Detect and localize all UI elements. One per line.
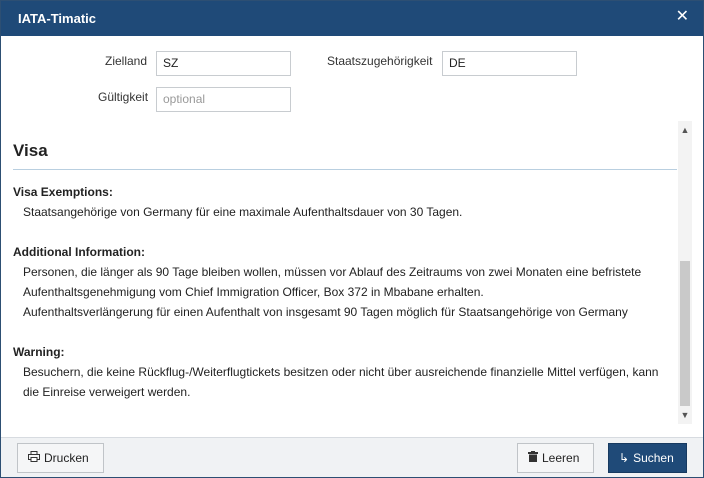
section-title-additional-information: Additional Information: [13,245,145,259]
zielland-label: Zielland [105,54,148,68]
dialog-title: IATA-Timatic [18,11,97,26]
clear-label: Leeren [542,451,580,465]
section-text-line: Besuchern, die keine Rückflug-/Weiterflu… [23,365,659,379]
section-text-line: Aufenthaltsgenehmigung vom Chief Immigra… [23,285,484,299]
timatic-dialog: IATA-Timatic ✕ Zielland SZ Staatszugehör… [0,0,704,478]
close-icon[interactable]: ✕ [676,8,689,26]
staatszugehoerigkeit-input[interactable]: DE [442,51,577,76]
trash-icon [528,444,538,472]
clear-button[interactable]: Leeren [517,443,594,473]
content-scrollbar[interactable]: ▲ ▼ [678,121,692,424]
scroll-down-icon[interactable]: ▼ [678,408,692,422]
scroll-up-icon[interactable]: ▲ [678,123,692,137]
print-label: Drucken [44,451,89,465]
zielland-input[interactable]: SZ [156,51,291,76]
print-button[interactable]: Drucken [17,443,104,473]
search-button[interactable]: ↳ Suchen [608,443,687,473]
scroll-thumb[interactable] [680,261,690,406]
gueltigkeit-input[interactable]: optional [156,87,291,112]
staatszugehoerigkeit-label: Staatszugehörigkeit [327,54,433,68]
section-text-line: die Einreise verweigert werden. [23,385,191,399]
enter-arrow-icon: ↳ [619,451,630,465]
title-bar: IATA-Timatic ✕ [1,1,703,36]
section-text-line: Personen, die länger als 90 Tage bleiben… [23,265,642,279]
section-title-warning: Warning: [13,345,65,359]
gueltigkeit-label: Gültigkeit [98,90,149,104]
section-text-line: Aufenthaltsverlängerung für einen Aufent… [23,305,628,319]
search-label: Suchen [633,451,674,465]
section-title-visa-exemptions: Visa Exemptions: [13,185,113,199]
result-heading: Visa [13,141,48,160]
section-text-line: Staatsangehörige von Germany für eine ma… [23,205,463,219]
result-panel: Visa Visa Exemptions: Staatsangehörige v… [2,121,678,427]
heading-divider [13,169,677,170]
printer-icon [28,444,40,472]
dialog-footer: Drucken Leeren ↳ Suchen [1,437,703,477]
